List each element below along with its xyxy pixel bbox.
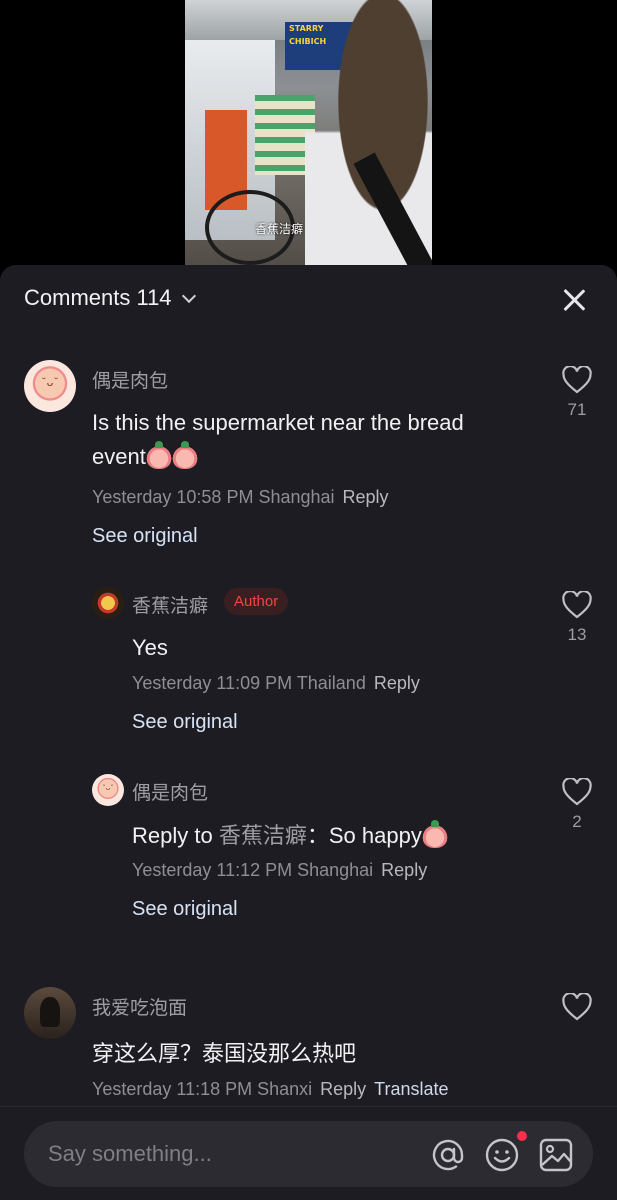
reply-text[interactable]: Yes xyxy=(132,631,168,665)
video-thumbnail[interactable]: STARRY CHIBICH 香蕉洁癖 xyxy=(185,0,432,290)
avatar[interactable] xyxy=(24,360,76,412)
see-original-link[interactable]: See original xyxy=(92,525,198,548)
reply-meta: Yesterday 11:09 PM Thailand Reply xyxy=(132,673,420,693)
like-count: 2 xyxy=(572,812,582,831)
peach-emoji-icon xyxy=(171,441,198,469)
translate-button[interactable]: Translate xyxy=(374,1079,448,1099)
like-count: 13 xyxy=(567,625,587,644)
video-area[interactable]: STARRY CHIBICH 香蕉洁癖 xyxy=(0,0,617,290)
reply-text[interactable]: Reply to 香蕉洁癖：So happy xyxy=(132,819,448,853)
reply-button[interactable]: Reply xyxy=(374,673,420,693)
comments-count-dropdown[interactable]: Comments 114 xyxy=(24,285,196,311)
avatar[interactable] xyxy=(92,774,124,806)
reply-meta: Yesterday 11:12 PM Shanghai Reply xyxy=(132,860,428,880)
reply-button[interactable]: Reply xyxy=(343,487,389,507)
reply-username[interactable]: 香蕉洁癖 xyxy=(132,591,208,618)
author-badge: Author xyxy=(224,588,289,615)
comment-username[interactable]: 我爱吃泡面 xyxy=(92,993,187,1020)
sheet-header: Comments 114 xyxy=(24,285,593,315)
like-button[interactable]: 2 xyxy=(557,778,597,832)
at-icon[interactable] xyxy=(430,1137,466,1173)
heart-icon xyxy=(562,993,592,1021)
heart-icon xyxy=(562,591,592,619)
input-placeholder: Say something... xyxy=(48,1141,212,1166)
image-icon[interactable] xyxy=(538,1137,574,1173)
notification-dot xyxy=(517,1131,527,1141)
reply-button[interactable]: Reply xyxy=(320,1079,366,1099)
like-button[interactable]: 71 xyxy=(557,366,597,420)
chevron-down-icon xyxy=(181,288,196,303)
avatar[interactable] xyxy=(92,587,124,619)
reply-to-username[interactable]: 香蕉洁癖 xyxy=(219,823,307,848)
video-watermark: 香蕉洁癖 xyxy=(255,222,304,236)
heart-icon xyxy=(562,778,592,806)
comments-sheet: Comments 114 偶是肉包 Is this the supermarke… xyxy=(0,265,617,1200)
emoji-icon[interactable] xyxy=(484,1137,520,1173)
reply-username[interactable]: 偶是肉包 xyxy=(132,778,208,805)
comment-input[interactable]: Say something... xyxy=(24,1121,593,1187)
comments-title: Comments 114 xyxy=(24,285,172,310)
peach-emoji-icon xyxy=(421,820,448,848)
like-count: 71 xyxy=(567,400,587,419)
reply-button[interactable]: Reply xyxy=(381,860,427,880)
comment-input-bar: Say something... xyxy=(0,1106,617,1200)
comment-text[interactable]: Is this the supermarket near the bread e… xyxy=(92,406,532,474)
see-original-link[interactable]: See original xyxy=(132,711,238,734)
like-button[interactable] xyxy=(557,993,597,1021)
see-original-link[interactable]: See original xyxy=(132,898,238,921)
comment-meta: Yesterday 11:18 PM Shanxi Reply Translate xyxy=(92,1079,449,1099)
close-icon[interactable] xyxy=(561,287,587,313)
peach-emoji-icon xyxy=(145,441,172,469)
heart-icon xyxy=(562,366,592,394)
comment-username[interactable]: 偶是肉包 xyxy=(92,366,168,393)
like-button[interactable]: 13 xyxy=(557,591,597,645)
avatar[interactable] xyxy=(24,987,76,1039)
comment-text[interactable]: 穿这么厚？泰国没那么热吧 xyxy=(92,1037,356,1071)
comment-meta: Yesterday 10:58 PM Shanghai Reply xyxy=(92,487,389,507)
